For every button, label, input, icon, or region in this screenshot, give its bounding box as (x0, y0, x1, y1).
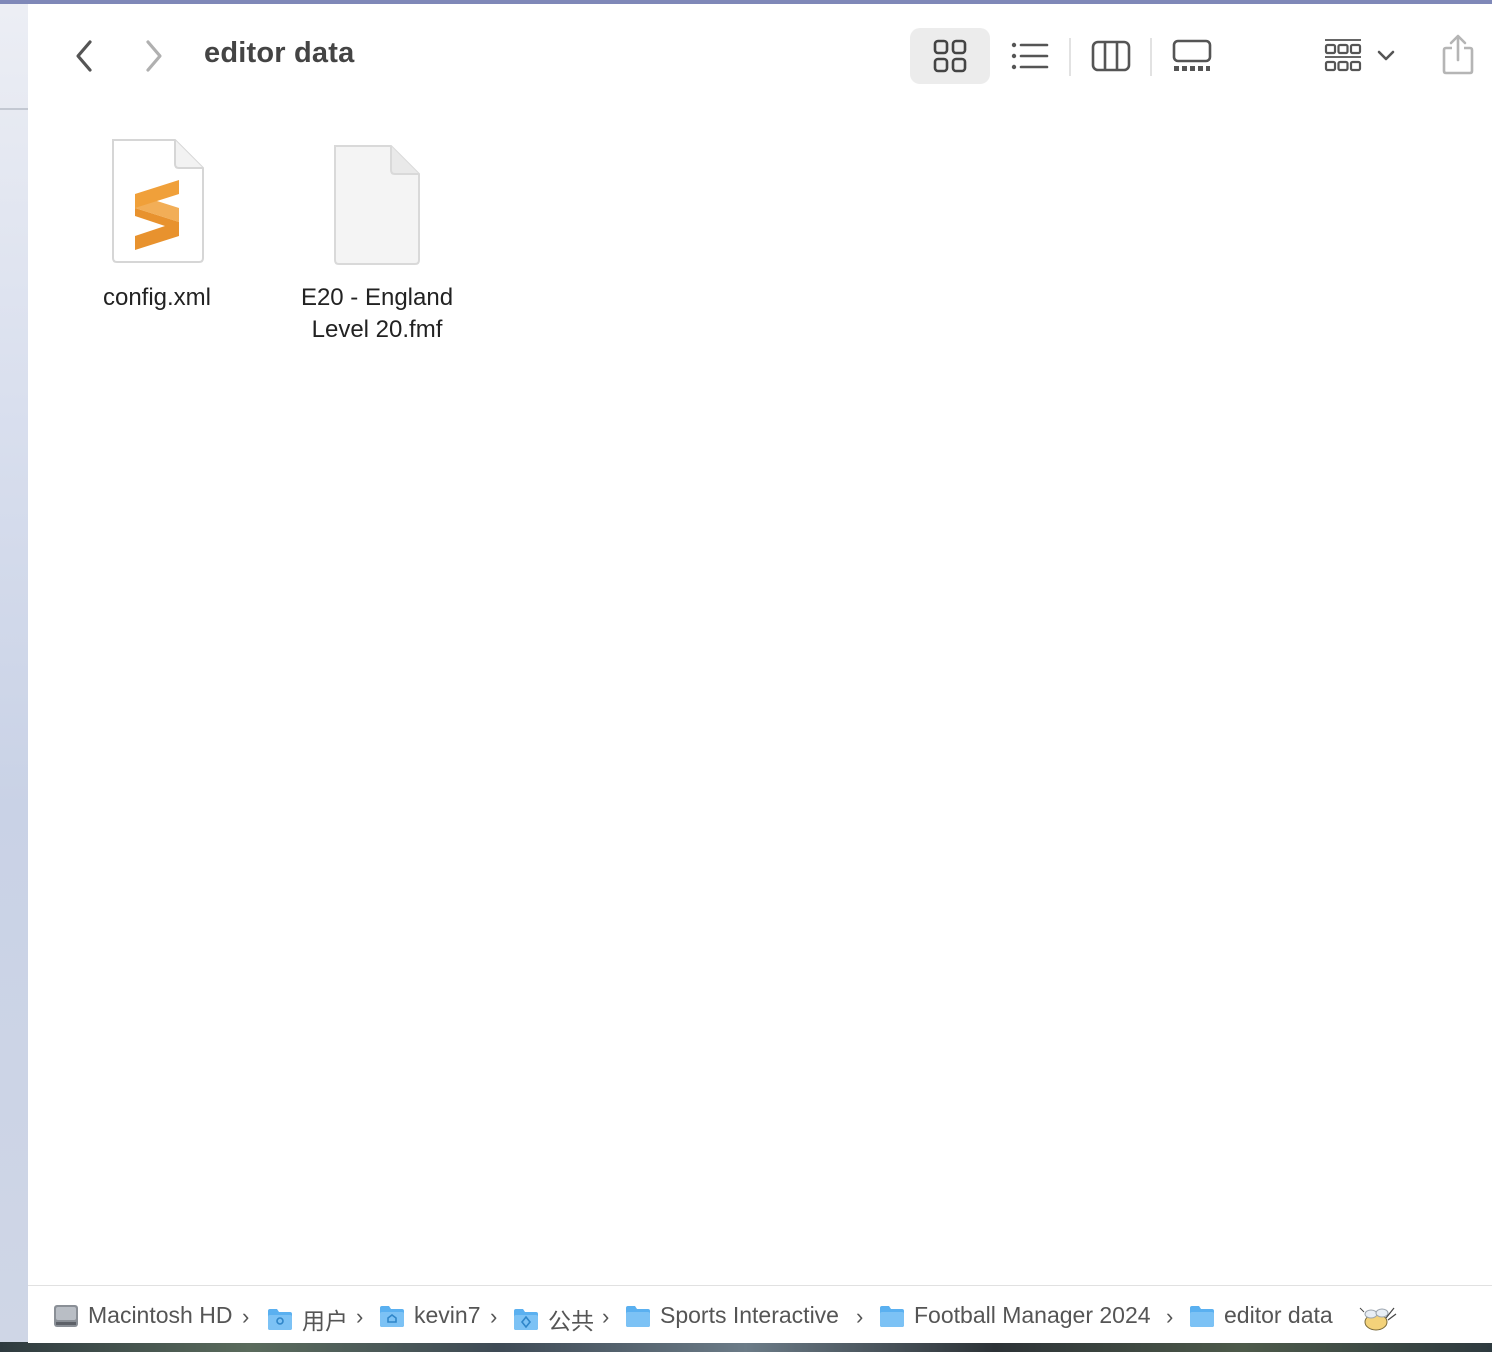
forward-button[interactable] (134, 36, 174, 76)
crumb-public[interactable]: 公共 (512, 1302, 594, 1336)
list-icon (1011, 42, 1049, 70)
back-button[interactable] (64, 36, 104, 76)
desktop-dock-strip (0, 1342, 1492, 1352)
file-name: config.xml (102, 284, 212, 311)
crumb-kevin7[interactable]: kevin7 (378, 1302, 480, 1329)
window-title: editor data (204, 37, 355, 69)
users-folder-icon (268, 1309, 292, 1330)
crumb-users[interactable]: 用户 (266, 1302, 348, 1336)
crumb-sports-interactive[interactable]: Sports Interactive (624, 1302, 839, 1329)
folder-icon (626, 1305, 650, 1327)
path-separator: › (602, 1304, 610, 1329)
view-switcher (910, 28, 1230, 84)
crumb-football-manager-2024[interactable]: Football Manager 2024 (878, 1302, 1151, 1329)
path-separator: › (242, 1304, 250, 1329)
hard-drive-icon (54, 1304, 78, 1327)
path-separator: › (356, 1304, 364, 1329)
path-bar: Macintosh HD › 用户 › kevin7 › 公共 › Sports… (28, 1285, 1492, 1343)
file-item[interactable]: config.xml (57, 136, 257, 314)
gallery-icon (1172, 39, 1212, 71)
background-window-edge (0, 108, 28, 110)
bee-mascot-icon (1359, 1307, 1397, 1331)
path-separator: › (490, 1304, 498, 1329)
blank-document-icon (334, 145, 420, 265)
group-grid-icon (1324, 39, 1362, 72)
file-area: config.xml E20 - England Level 20.fmf (28, 104, 1492, 1285)
columns-icon (1091, 40, 1131, 72)
finder-window: editor data config.xml E20 - England Lev… (28, 4, 1492, 1343)
home-folder-icon (380, 1305, 404, 1327)
chevron-down-icon (1377, 50, 1395, 61)
share-icon (1442, 34, 1474, 75)
folder-icon (1190, 1305, 1214, 1327)
file-item[interactable]: E20 - England Level 20.fmf (277, 142, 477, 346)
toolbar: editor data (28, 4, 1492, 104)
path-separator: › (1166, 1304, 1174, 1329)
chevron-left-icon (76, 40, 92, 72)
folder-icon (880, 1305, 904, 1327)
desktop-left-edge (0, 4, 28, 1342)
share-button[interactable] (1438, 32, 1478, 78)
public-folder-icon (514, 1309, 538, 1330)
file-name: E20 - England Level 20.fmf (300, 284, 454, 343)
column-view-button[interactable] (1071, 28, 1151, 84)
icon-view-button[interactable] (910, 28, 990, 84)
group-by-button[interactable] (1324, 34, 1404, 78)
gallery-view-button[interactable] (1152, 28, 1232, 84)
list-view-button[interactable] (990, 28, 1070, 84)
path-separator: › (856, 1304, 864, 1329)
crumb-editor-data[interactable]: editor data (1188, 1302, 1333, 1329)
sublime-text-document-icon (112, 139, 204, 263)
crumb-macintosh-hd[interactable]: Macintosh HD (52, 1302, 232, 1329)
chevron-right-icon (146, 40, 162, 72)
grid-icon (933, 39, 967, 73)
